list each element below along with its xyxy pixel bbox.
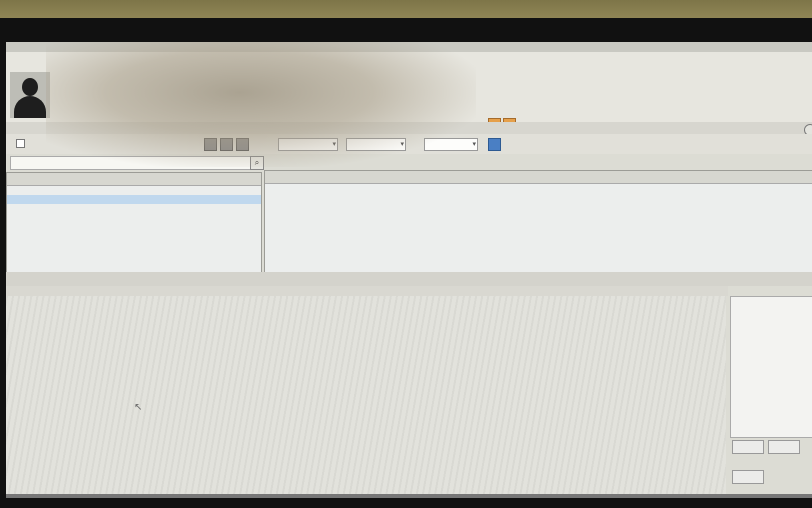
avatar-body-icon [14,96,46,118]
right-preview-box [730,296,812,438]
search-input[interactable] [10,156,251,170]
search-icon[interactable]: ⌕ [250,156,264,170]
nav-first-button[interactable] [204,138,217,151]
profile-header [6,52,812,122]
right-button-1[interactable] [732,440,764,454]
nav-next-button[interactable] [236,138,249,151]
dropdown-2[interactable] [346,138,406,151]
right-table-header [265,171,812,184]
detail-text-area[interactable] [6,296,726,496]
avatar [10,72,50,118]
window-titlebar [6,42,812,52]
search-button[interactable] [488,138,501,151]
dropdown-1[interactable] [278,138,338,151]
nav-prev-button[interactable] [220,138,233,151]
dropdown-3[interactable] [424,138,478,151]
right-button-2[interactable] [768,440,800,454]
avatar-head-icon [22,78,38,96]
options-row [6,134,812,154]
detail-label [6,286,728,296]
left-table [6,172,262,286]
mouse-cursor-icon: ↖ [134,402,143,413]
right-table [264,170,812,280]
right-button-3[interactable] [732,470,764,484]
table-row[interactable] [7,195,261,204]
app-screen: ⌕ ↖ [6,42,812,498]
window-bottom-edge [6,494,812,498]
left-table-header [7,173,261,186]
status-bar [6,272,812,286]
filter-checkbox[interactable] [16,139,25,148]
